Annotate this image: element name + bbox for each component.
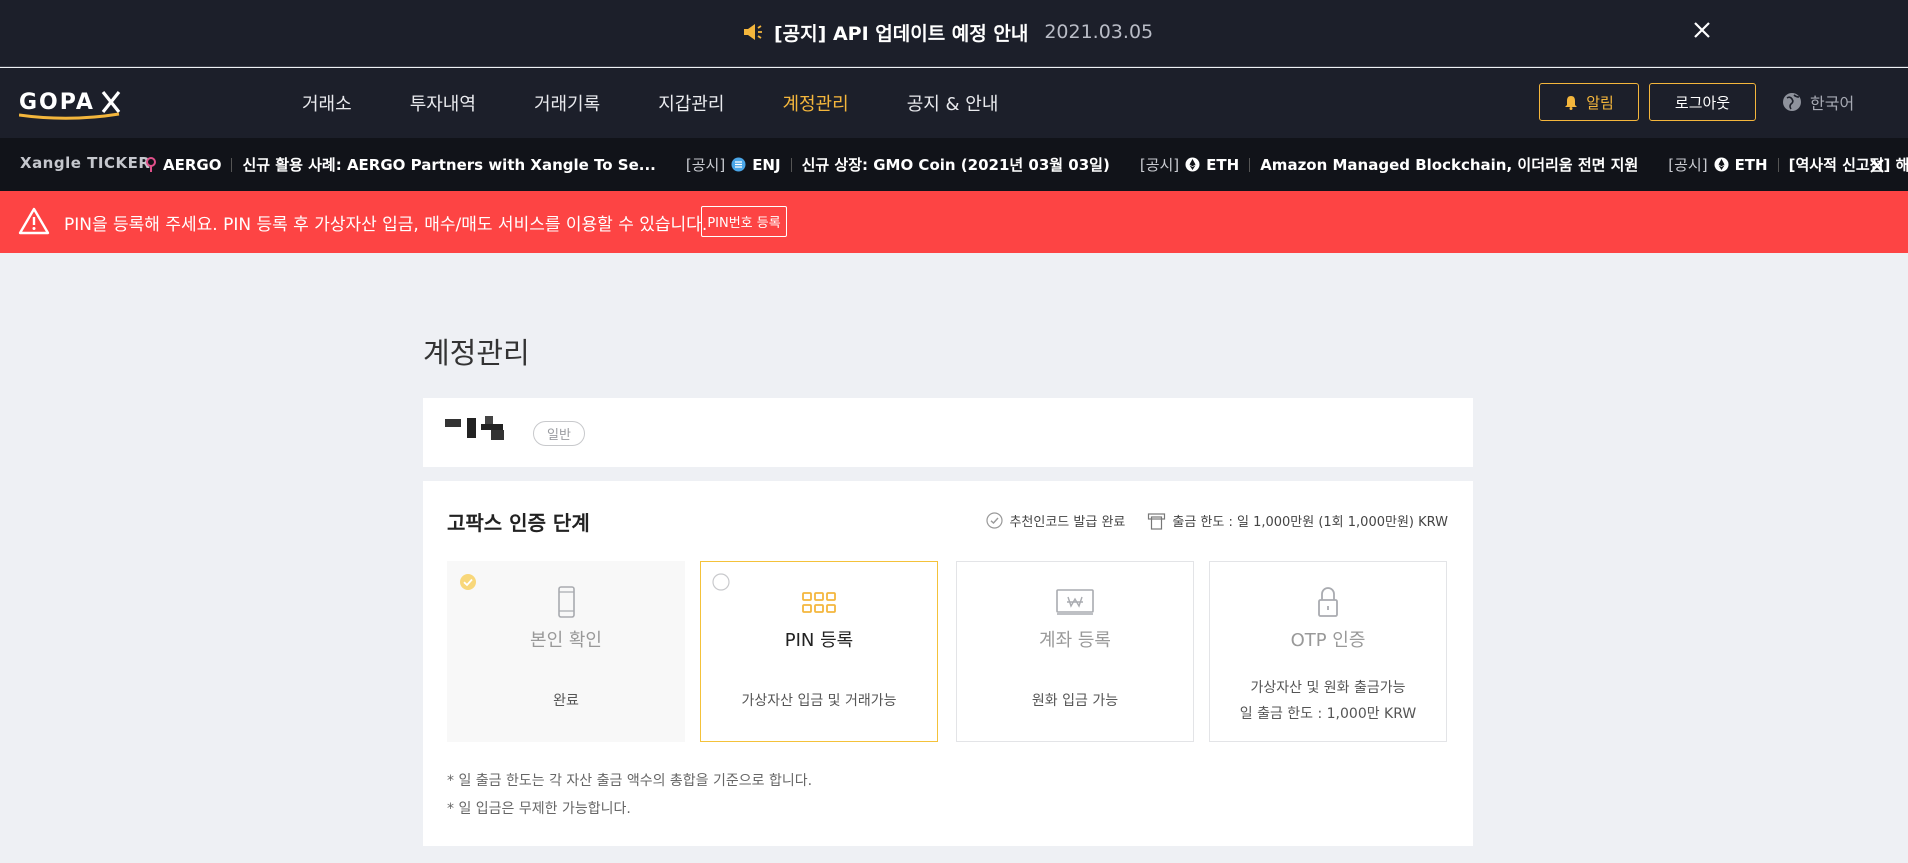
- page-title: 계정관리: [423, 336, 530, 370]
- ticker-tag: [공시]: [1668, 156, 1708, 174]
- divider: [1249, 157, 1251, 172]
- auth-steps-box: 고팍스 인증 단계 추천인코드 발급 완료 출금 한도 : 일 1,000만원 …: [423, 481, 1473, 846]
- logout-button[interactable]: 로그아웃: [1649, 83, 1756, 121]
- nav-investments[interactable]: 투자내역: [410, 90, 476, 116]
- enj-coin-icon: [731, 157, 746, 172]
- pin-alert-banner: PIN을 등록해 주세요. PIN 등록 후 가상자산 입금, 매수/매도 서비…: [0, 191, 1908, 253]
- step-desc: 가상자산 입금 및 거래가능: [741, 693, 897, 709]
- note-deposit: * 일 입금은 무제한 가능합니다.: [447, 801, 631, 817]
- ticker-title: 신규 상장: GMO Coin (2021년 03월 03일): [801, 156, 1110, 174]
- note-withdraw: * 일 출금 한도는 각 자산 출금 액수의 총합을 기준으로 합니다.: [447, 773, 813, 789]
- ticker-title: [역사적 신고점] 해시레이트: [1788, 156, 1908, 174]
- user-info-box: 일반: [423, 398, 1473, 467]
- globe-icon: [1783, 93, 1801, 111]
- pin-grid-icon: [802, 592, 836, 613]
- close-icon[interactable]: [1690, 18, 1714, 42]
- step-name: OTP 인증: [1290, 630, 1366, 651]
- phone-icon: [558, 586, 575, 618]
- ticker-item[interactable]: [공시] ENJ 신규 상장: GMO Coin (2021년 03월 03일): [686, 154, 1110, 175]
- divider: [231, 157, 233, 172]
- lock-icon: [1318, 587, 1338, 617]
- register-pin-button[interactable]: PIN번호 등록: [701, 206, 787, 237]
- step-name: PIN 등록: [784, 630, 854, 651]
- notice-date: 2021.03.05: [1044, 21, 1154, 43]
- ticker-tag: [공시]: [1139, 156, 1180, 174]
- radio-empty-icon: [712, 573, 730, 591]
- ticker-coin: AERGO: [163, 155, 222, 174]
- step-name: 본인 확인: [530, 630, 602, 651]
- alarm-button[interactable]: 알림: [1539, 83, 1639, 121]
- alert-message: PIN을 등록해 주세요. PIN 등록 후 가상자산 입금, 매수/매도 서비…: [64, 215, 708, 235]
- withdraw-limit: 출금 한도 : 일 1,000만원 (1회 1,000만원) KRW: [1172, 515, 1448, 530]
- ticker-item[interactable]: AERGO 신규 활용 사례: AERGO Partners with Xang…: [145, 154, 656, 175]
- eth-coin-icon: [1185, 157, 1200, 172]
- step-desc-limit: 일 출금 한도 : 1,000만 KRW: [1239, 706, 1417, 722]
- ticker-items: AERGO 신규 활용 사례: AERGO Partners with Xang…: [145, 138, 1908, 191]
- aergo-coin-icon: [146, 156, 156, 172]
- nav-exchange[interactable]: 거래소: [302, 90, 352, 116]
- auth-info: 추천인코드 발급 완료 출금 한도 : 일 1,000만원 (1회 1,000만…: [986, 511, 1448, 530]
- referral-status: 추천인코드 발급 완료: [1009, 515, 1126, 530]
- megaphone-icon: [744, 24, 762, 40]
- warning-icon: [18, 207, 50, 235]
- notice-bar: [공지] API 업데이트 예정 안내 2021.03.05: [0, 0, 1908, 67]
- ticker-brand: Xangle TICKER: [20, 154, 151, 172]
- auth-title: 고팍스 인증 단계: [447, 511, 590, 535]
- ticker-item[interactable]: [공시] ETH Amazon Managed Blockchain, 이더리움…: [1140, 154, 1638, 175]
- ticker-tag: [공시]: [685, 156, 726, 174]
- step-desc: 가상자산 및 원화 출금가능: [1250, 680, 1406, 696]
- gopax-logo[interactable]: GOPA: [19, 86, 129, 120]
- withdraw-icon: [1148, 512, 1166, 530]
- close-icon[interactable]: [1866, 155, 1888, 177]
- language-selector[interactable]: 한국어: [1782, 90, 1854, 114]
- step-identity: 본인 확인 완료: [447, 561, 685, 742]
- svg-text:GOPA: GOPA: [19, 90, 95, 115]
- notice-content[interactable]: [공지] API 업데이트 예정 안내 2021.03.05: [742, 18, 1153, 46]
- main-header: GOPA 거래소 투자내역 거래기록 지갑관리 계정관리 공지 & 안내 알림 …: [0, 68, 1908, 138]
- alarm-label: 알림: [1586, 93, 1614, 112]
- nav-wallet[interactable]: 지갑관리: [658, 90, 724, 116]
- nav-notices[interactable]: 공지 & 안내: [907, 90, 999, 116]
- language-label: 한국어: [1810, 94, 1855, 113]
- bank-account-icon: [1056, 589, 1094, 615]
- step-otp[interactable]: OTP 인증 가상자산 및 원화 출금가능 일 출금 한도 : 1,000만 K…: [1209, 561, 1447, 742]
- divider: [1777, 157, 1779, 172]
- ticker-coin: ENJ: [752, 155, 781, 174]
- user-grade-badge: 일반: [533, 421, 585, 446]
- divider: [790, 157, 792, 172]
- ticker-coin: ETH: [1734, 155, 1768, 174]
- nav-account[interactable]: 계정관리: [782, 90, 848, 116]
- step-pin[interactable]: PIN 등록 가상자산 입금 및 거래가능: [700, 561, 938, 742]
- step-desc: 원화 입금 가능: [1031, 693, 1119, 709]
- check-circle-icon: [460, 574, 476, 590]
- main-nav: 거래소 투자내역 거래기록 지갑관리 계정관리 공지 & 안내: [302, 68, 1056, 138]
- check-circle-icon: [986, 512, 1004, 529]
- xangle-ticker: Xangle TICKER AERGO 신규 활용 사례: AERGO Part…: [0, 138, 1908, 191]
- ticker-title: Amazon Managed Blockchain, 이더리움 전면 지원: [1260, 156, 1639, 174]
- ticker-coin: ETH: [1206, 155, 1240, 174]
- notice-title[interactable]: [공지] API 업데이트 예정 안내: [774, 19, 1028, 46]
- ticker-title: 신규 활용 사례: AERGO Partners with Xangle To …: [242, 156, 656, 174]
- step-desc: 완료: [553, 693, 579, 709]
- step-bank-account[interactable]: 계좌 등록 원화 입금 가능: [956, 561, 1194, 742]
- nav-trade-history[interactable]: 거래기록: [534, 90, 600, 116]
- bell-icon: [1565, 95, 1578, 110]
- user-name-redacted: [445, 416, 504, 440]
- step-name: 계좌 등록: [1039, 630, 1111, 651]
- eth-coin-icon: [1714, 157, 1729, 172]
